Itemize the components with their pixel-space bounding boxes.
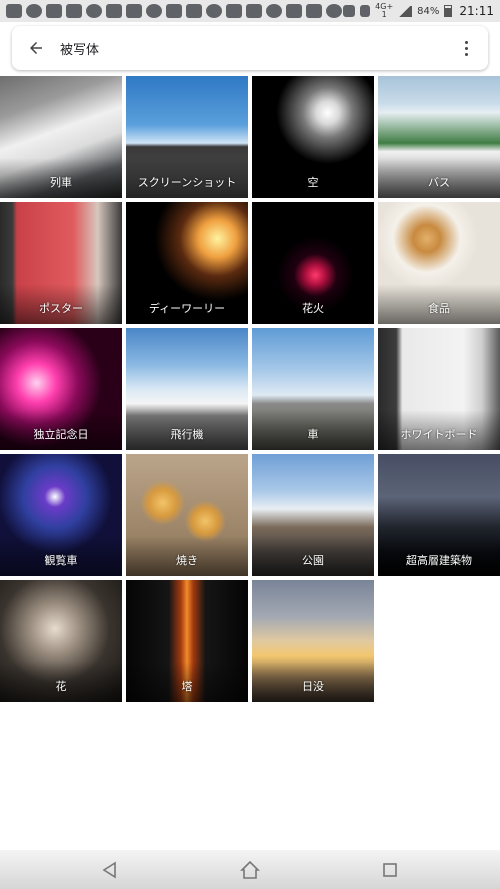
- album-label: 公園: [302, 554, 324, 567]
- nfc-icon: [343, 5, 356, 17]
- battery-percent: 84%: [417, 5, 440, 17]
- album-tile[interactable]: ディーワーリー: [126, 202, 248, 324]
- album-label: 塔: [181, 680, 193, 693]
- status-indicators: 4G+ 1 84% 21:11: [343, 3, 494, 19]
- album-label: ディーワーリー: [148, 302, 226, 315]
- arrow-back-icon: [30, 42, 42, 54]
- signal-icon: [398, 5, 413, 17]
- chat-icon: [126, 4, 142, 18]
- back-triangle-icon: [102, 861, 116, 878]
- album-tile[interactable]: ポスター: [0, 202, 122, 324]
- photo-icon: [286, 4, 302, 18]
- tv-icon: [246, 4, 262, 18]
- battery-icon: [444, 5, 453, 17]
- album-label: バス: [428, 176, 450, 189]
- album-label: 花火: [302, 302, 324, 315]
- album-label: 飛行機: [170, 428, 204, 441]
- album-tile[interactable]: 日没: [252, 580, 374, 702]
- album-tile[interactable]: バス: [378, 76, 500, 198]
- nav-recents-button[interactable]: [375, 855, 405, 885]
- cast-icon: [6, 4, 22, 18]
- album-tile[interactable]: 超高層建築物: [378, 454, 500, 576]
- network-sub: 1: [381, 10, 387, 19]
- search-query[interactable]: 被写体: [60, 39, 444, 58]
- album-tile[interactable]: 飛行機: [126, 328, 248, 450]
- more-vert-icon: [464, 40, 468, 44]
- search-bar[interactable]: 被写体: [12, 26, 488, 70]
- chat-icon: [146, 4, 162, 18]
- album-label: 超高層建築物: [406, 554, 472, 567]
- album-tile[interactable]: 食品: [378, 202, 500, 324]
- nav-home-button[interactable]: [235, 855, 265, 885]
- line-icon: [46, 4, 62, 18]
- album-tile[interactable]: 焼き: [126, 454, 248, 576]
- album-tile[interactable]: 観覧車: [0, 454, 122, 576]
- camera-icon: [206, 4, 222, 18]
- vibrate-icon: [360, 5, 371, 17]
- album-label: ポスター: [39, 302, 83, 315]
- album-label: 列車: [50, 176, 72, 189]
- album-tile[interactable]: 車: [252, 328, 374, 450]
- album-label: 車: [307, 428, 319, 441]
- sync-icon: [226, 4, 242, 18]
- navigation-bar: [0, 850, 500, 889]
- recents-square-icon: [383, 862, 397, 877]
- album-tile[interactable]: 独立記念日: [0, 328, 122, 450]
- album-label: 空: [307, 176, 319, 189]
- album-label: 食品: [428, 302, 450, 315]
- chat-icon: [106, 4, 122, 18]
- facebook-icon: [26, 4, 42, 18]
- album-label: 独立記念日: [33, 428, 89, 441]
- album-tile[interactable]: 花: [0, 580, 122, 702]
- album-tile[interactable]: 塔: [126, 580, 248, 702]
- network-label: 4G+ 1: [375, 3, 393, 19]
- line-icon: [326, 4, 342, 18]
- album-label: 日没: [302, 680, 324, 693]
- nav-back-button[interactable]: [95, 855, 125, 885]
- back-button[interactable]: [12, 26, 60, 70]
- home-icon: [186, 4, 202, 18]
- album-label: スクリーンショット: [137, 176, 237, 189]
- album-label: 花: [55, 680, 67, 693]
- album-tile[interactable]: ホワイトボード: [378, 328, 500, 450]
- album-tile[interactable]: 空: [252, 76, 374, 198]
- album-tile[interactable]: 公園: [252, 454, 374, 576]
- clock: 21:11: [459, 4, 494, 18]
- home-outline-icon: [240, 860, 260, 879]
- notification-icons: [6, 4, 342, 18]
- status-bar: 4G+ 1 84% 21:11: [0, 0, 500, 22]
- line-icon: [86, 4, 102, 18]
- album-label: 観覧車: [44, 554, 78, 567]
- album-tile[interactable]: 列車: [0, 76, 122, 198]
- warning-icon: [306, 4, 322, 18]
- more-vert-icon-dot: [464, 52, 468, 56]
- more-vert-icon-dot: [464, 46, 468, 50]
- album-label: ホワイトボード: [400, 428, 478, 441]
- crown-icon: [266, 4, 282, 18]
- album-tile[interactable]: 花火: [252, 202, 374, 324]
- album-tile[interactable]: スクリーンショット: [126, 76, 248, 198]
- chat-icon: [166, 4, 182, 18]
- more-options-button[interactable]: [444, 26, 488, 70]
- line-icon: [66, 4, 82, 18]
- album-label: 焼き: [176, 554, 198, 567]
